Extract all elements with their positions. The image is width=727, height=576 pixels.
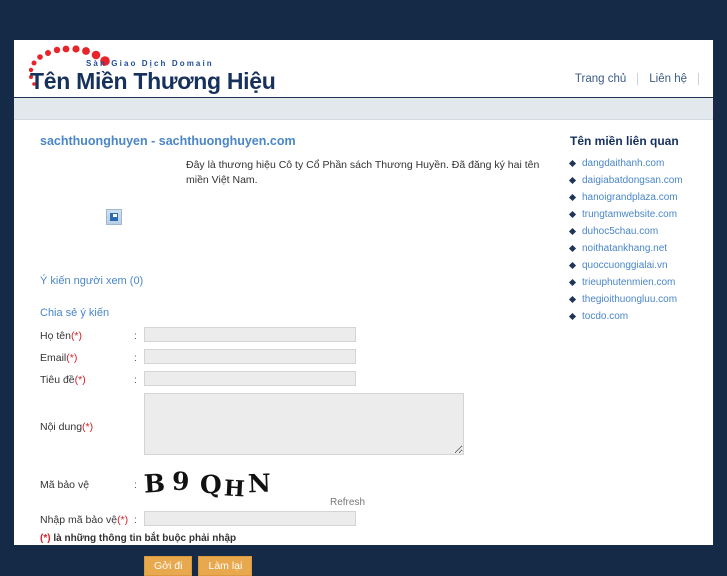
bullet-icon	[568, 244, 577, 253]
sidebar: Tên miền liên quan dangdaithanh.com daig…	[568, 134, 710, 328]
sidebar-domain-link[interactable]: thegioithuongluu.com	[582, 294, 677, 305]
captcha-char: 9	[171, 467, 193, 497]
label-subject: Tiêu đề(*)	[40, 371, 134, 386]
subject-input[interactable]	[144, 371, 356, 387]
colon-separator: :	[134, 514, 137, 527]
label-captcha-input-text: Nhập mã bảo vệ	[40, 514, 118, 527]
header-gray-band	[14, 98, 713, 120]
reset-button[interactable]: Làm lại	[198, 556, 253, 576]
bullet-icon	[568, 261, 577, 270]
sidebar-domain-link[interactable]: tocdo.com	[582, 311, 628, 322]
label-email-text: Email	[40, 352, 67, 365]
label-fullname: Họ tên(*)	[40, 327, 134, 342]
label-subject-text: Tiêu đề	[40, 374, 75, 387]
label-content: Nội dung(*)	[40, 393, 134, 433]
list-item[interactable]: daigiabatdongsan.com	[568, 175, 710, 186]
colon-separator: :	[134, 352, 137, 365]
content-textarea[interactable]	[144, 393, 464, 456]
bullet-icon	[568, 210, 577, 219]
list-item[interactable]: duhoc5chau.com	[568, 226, 710, 237]
share-comment-heading: Chia sẻ ý kiến	[40, 307, 110, 320]
form-row-email: Email(*) :	[40, 349, 560, 365]
fullname-input[interactable]	[144, 327, 356, 343]
sidebar-domain-link[interactable]: quoccuonggialai.vn	[582, 260, 668, 271]
email-input[interactable]	[144, 349, 356, 365]
required-mark: (*)	[117, 514, 129, 527]
captcha-char: B	[143, 468, 168, 499]
main-column: sachthuonghuyen - sachthuonghuyen.com Đâ…	[40, 134, 560, 576]
form-row-captcha: Mã bảo vệ : B 9 QHN Refresh	[40, 467, 560, 508]
required-mark: (*)	[70, 330, 83, 343]
required-mark: (*)	[82, 421, 94, 434]
sidebar-domain-link[interactable]: dangdaithanh.com	[582, 158, 664, 169]
main-navigation: Trang chủ Liên hệ	[564, 73, 699, 85]
logo-tagline: Sàn Giao Dịch Domain	[86, 59, 214, 68]
bullet-icon	[568, 193, 577, 202]
captcha-char: Q	[199, 470, 224, 500]
sidebar-title: Tên miền liên quan	[570, 134, 679, 148]
form-row-fullname: Họ tên(*) :	[40, 327, 560, 343]
label-captcha: Mã bảo vệ	[40, 479, 90, 492]
bullet-icon	[568, 295, 577, 304]
captcha-input[interactable]	[144, 511, 356, 527]
label-fullname-text: Họ tên	[40, 330, 71, 343]
form-row-content: Nội dung(*)	[40, 393, 560, 456]
sidebar-domain-link[interactable]: daigiabatdongsan.com	[582, 175, 683, 186]
page-title: sachthuonghuyen - sachthuonghuyen.com	[40, 134, 296, 148]
submit-button[interactable]: Gởi đi	[144, 556, 193, 576]
note-text: là những thông tin bắt buộc phải nhập	[50, 533, 237, 545]
logo-title: Tên Miền Thương Hiệu	[30, 68, 276, 94]
sidebar-domain-link[interactable]: trieuphutenmien.com	[582, 277, 675, 288]
broken-image-icon	[106, 209, 122, 226]
form-button-row: Gởi đi Làm lại	[144, 556, 560, 576]
list-item[interactable]: trieuphutenmien.com	[568, 277, 710, 288]
site-logo[interactable]: Sàn Giao Dịch Domain Tên Miền Thương Hiệ…	[22, 44, 352, 96]
required-mark: (*)	[74, 374, 86, 387]
comments-heading: Ý kiến người xem (0)	[40, 275, 144, 288]
sidebar-domain-link[interactable]: noithatankhang.net	[582, 243, 667, 254]
nav-item-contact[interactable]: Liên hệ	[638, 73, 698, 85]
list-item[interactable]: thegioithuongluu.com	[568, 294, 710, 305]
bullet-icon	[568, 159, 577, 168]
sidebar-domain-link[interactable]: trungtamwebsite.com	[582, 209, 677, 220]
required-mark: (*)	[66, 352, 78, 365]
bullet-icon	[568, 278, 577, 287]
captcha-char: H	[223, 475, 248, 503]
sidebar-domain-link[interactable]: duhoc5chau.com	[582, 226, 658, 237]
list-item[interactable]: noithatankhang.net	[568, 243, 710, 254]
list-item[interactable]: quoccuonggialai.vn	[568, 260, 710, 271]
page-panel: Sàn Giao Dịch Domain Tên Miền Thương Hiệ…	[14, 40, 713, 576]
nav-divider	[698, 73, 699, 85]
list-item[interactable]: trungtamwebsite.com	[568, 209, 710, 220]
note-mark: (*)	[40, 533, 51, 545]
colon-separator: :	[134, 374, 137, 387]
domain-description: Đây là thương hiệu Cô ty Cổ Phần sách Th…	[186, 159, 540, 186]
captcha-char: N	[247, 468, 274, 499]
site-header: Sàn Giao Dịch Domain Tên Miền Thương Hiệ…	[14, 40, 713, 98]
form-row-subject: Tiêu đề(*) :	[40, 371, 560, 387]
bullet-icon	[568, 227, 577, 236]
list-item[interactable]: dangdaithanh.com	[568, 158, 710, 169]
bullet-icon	[568, 176, 577, 185]
list-item[interactable]: tocdo.com	[568, 311, 710, 322]
captcha-refresh-link[interactable]: Refresh	[330, 497, 365, 508]
captcha-image: B 9 QHN	[143, 467, 364, 503]
list-item[interactable]: hanoigrandplaza.com	[568, 192, 710, 203]
captcha-block: B 9 QHN Refresh	[143, 467, 365, 508]
bullet-icon	[568, 312, 577, 321]
label-content-text: Nội dung	[40, 421, 83, 434]
label-captcha-input: Nhập mã bảo vệ(*)	[40, 511, 134, 526]
label-email: Email(*)	[40, 349, 134, 364]
related-domains-list: dangdaithanh.com daigiabatdongsan.com ha…	[568, 158, 710, 322]
sidebar-domain-link[interactable]: hanoigrandplaza.com	[582, 192, 678, 203]
nav-item-home[interactable]: Trang chủ	[564, 73, 637, 85]
form-row-captcha-input: Nhập mã bảo vệ(*) :	[40, 511, 560, 527]
colon-separator: :	[134, 330, 137, 343]
required-fields-note: (*) là những thông tin bắt buộc phải nhậ…	[40, 533, 560, 544]
